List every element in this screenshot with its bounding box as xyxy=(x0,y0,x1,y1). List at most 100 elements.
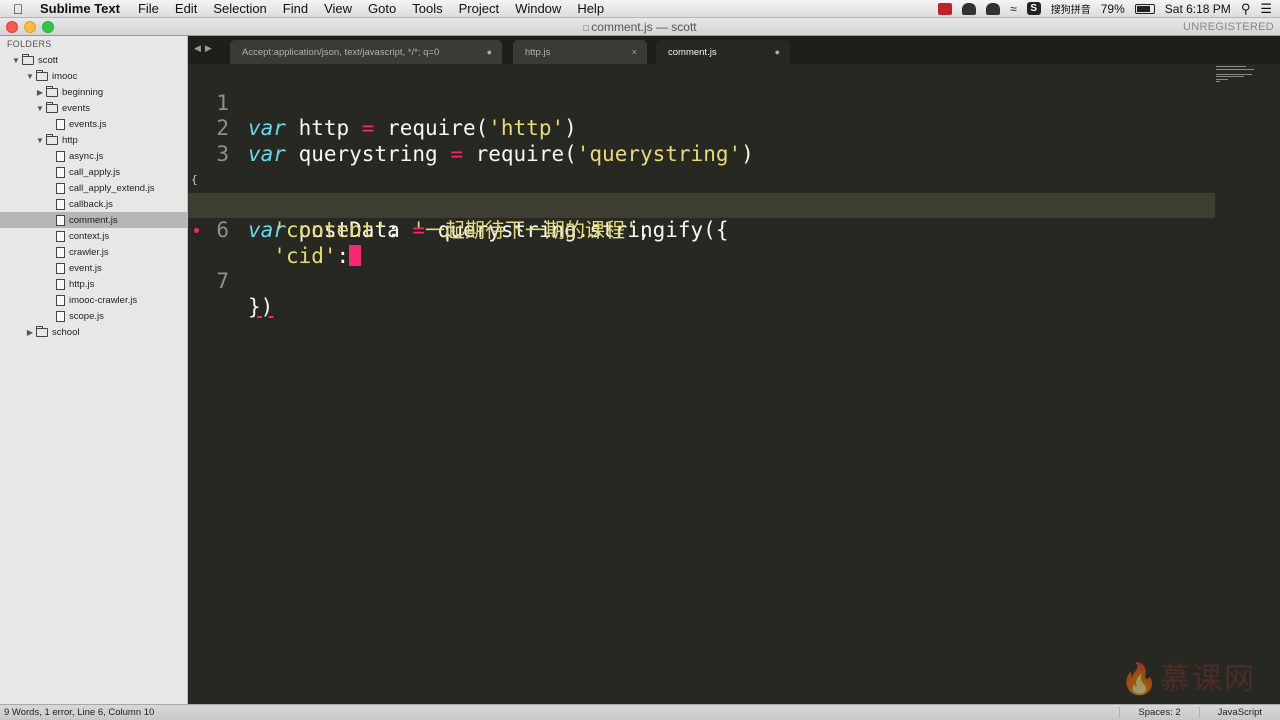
tree-file[interactable]: http.js xyxy=(0,276,187,292)
tree-item-label: crawler.js xyxy=(69,246,109,258)
tree-item-label: scope.js xyxy=(69,310,104,322)
menu-help[interactable]: Help xyxy=(569,1,612,16)
code-line-5[interactable]: 5 'content': '一起期待下一期的课程', xyxy=(188,167,1280,243)
tree-file[interactable]: context.js xyxy=(0,228,187,244)
tab-nav-arrows[interactable]: ◀▶ xyxy=(194,43,216,54)
menu-tools[interactable]: Tools xyxy=(404,1,450,16)
tree-item-label: event.js xyxy=(69,262,102,274)
tree-item-label: beginning xyxy=(62,86,104,98)
sidebar: FOLDERS ▼ scott ▼ imooc ▶ beginning ▼ events eve… xyxy=(0,36,188,704)
disclosure-open-icon[interactable]: ▼ xyxy=(34,104,46,113)
code-line-1[interactable]: 1 var http = require('http') xyxy=(188,65,1280,141)
tree-file[interactable]: crawler.js xyxy=(0,244,187,260)
watermark-logo: 🔥慕课网 xyxy=(1121,654,1256,698)
tab-http-js[interactable]: http.js × xyxy=(513,40,647,64)
qq-icon-2[interactable] xyxy=(986,2,1001,15)
apple-icon[interactable]:  xyxy=(0,1,36,17)
code-line-6[interactable]: 6 'cid': xyxy=(188,192,1215,268)
flame-icon: 🔥 xyxy=(1120,662,1160,697)
tree-folder[interactable]: ▼ scott xyxy=(0,52,187,68)
search-icon[interactable]: ⚲ xyxy=(1241,1,1251,17)
disclosure-closed-icon[interactable]: ▶ xyxy=(24,328,36,337)
code-line-2[interactable]: 2 var querystring = require('querystring… xyxy=(188,91,1280,166)
tree-file[interactable]: call_apply.js xyxy=(0,164,187,180)
tree-item-label: imooc xyxy=(52,70,78,82)
disclosure-open-icon[interactable]: ▼ xyxy=(24,72,36,81)
code-line-7[interactable]: 7 }) xyxy=(188,218,1280,319)
disclosure-open-icon[interactable]: ▼ xyxy=(34,136,46,145)
file-icon xyxy=(56,166,65,178)
menu-app-name[interactable]: Sublime Text xyxy=(36,1,130,16)
tree-file[interactable]: call_apply_extend.js xyxy=(0,180,187,196)
battery-icon[interactable] xyxy=(1134,3,1155,14)
file-icon xyxy=(56,118,65,130)
tree-file[interactable]: event.js xyxy=(0,260,187,276)
tree-file[interactable]: events.js xyxy=(0,116,187,132)
tab-dirty-icon[interactable]: ● xyxy=(487,47,492,57)
tree-folder[interactable]: ▼ imooc xyxy=(0,68,187,84)
menubar:  Sublime Text File Edit Selection Find … xyxy=(0,0,1280,18)
tab-dirty-icon[interactable]: ● xyxy=(775,47,780,57)
tree-folder[interactable]: ▼ events xyxy=(0,100,187,116)
menu-edit[interactable]: Edit xyxy=(167,1,205,16)
tree-item-label: async.js xyxy=(69,150,104,162)
qq-icon[interactable] xyxy=(962,2,977,15)
tree-file[interactable]: scope.js xyxy=(0,308,187,324)
menu-project[interactable]: Project xyxy=(451,1,507,16)
file-icon xyxy=(56,246,65,258)
menu-view[interactable]: View xyxy=(316,1,360,16)
tree-item-label: call_apply.js xyxy=(69,166,121,178)
folder-icon xyxy=(22,53,34,65)
sogou-icon[interactable]: S xyxy=(1026,2,1041,15)
disclosure-open-icon[interactable]: ▼ xyxy=(10,56,22,65)
tab-bar: ◀▶ Accept:application/json, text/javascr… xyxy=(188,36,1280,64)
tab-comment-js[interactable]: comment.js ● xyxy=(656,40,790,64)
tab-close-icon[interactable]: × xyxy=(632,47,637,57)
wifi-icon[interactable]: ≈ xyxy=(1010,2,1017,16)
tree-item-label: school xyxy=(52,326,80,338)
tab-label: Accept:application/json, text/javascript… xyxy=(242,46,440,58)
watermark-text: 慕课网 xyxy=(1160,662,1256,697)
code-line-4[interactable]: { 4 var postData = querystring.stringify… xyxy=(188,142,1280,242)
clock[interactable]: Sat 6:18 PM xyxy=(1165,2,1231,16)
tree-item-label: context.js xyxy=(69,230,110,242)
menu-find[interactable]: Find xyxy=(275,1,316,16)
token-string-key: 'cid' xyxy=(273,243,337,268)
tree-file[interactable]: async.js xyxy=(0,148,187,164)
tree-item-label: imooc-crawler.js xyxy=(69,294,138,306)
tree-folder[interactable]: ▼ http xyxy=(0,132,187,148)
tree-file[interactable]: imooc-crawler.js xyxy=(0,292,187,308)
window-titlebar: □ comment.js — scott UNREGISTERED xyxy=(0,18,1280,36)
disclosure-closed-icon[interactable]: ▶ xyxy=(34,88,46,97)
tab-label: comment.js xyxy=(668,46,717,58)
tree-item-label: http.js xyxy=(69,278,95,290)
menu-goto[interactable]: Goto xyxy=(360,1,404,16)
syntax-selector[interactable]: JavaScript xyxy=(1198,707,1280,718)
tab-accept[interactable]: Accept:application/json, text/javascript… xyxy=(230,40,502,64)
tree-file[interactable]: comment.js xyxy=(0,212,187,228)
menu-selection[interactable]: Selection xyxy=(205,1,274,16)
menu-window[interactable]: Window xyxy=(507,1,569,16)
list-icon[interactable]: ☰ xyxy=(1260,1,1272,17)
indentation-selector[interactable]: Spaces: 2 xyxy=(1119,707,1198,718)
tree-folder[interactable]: ▶ school xyxy=(0,324,187,340)
file-icon xyxy=(56,310,65,322)
folder-icon xyxy=(46,85,58,97)
text-cursor xyxy=(349,244,362,266)
input-method-label[interactable]: 搜狗拼音 xyxy=(1051,1,1091,16)
tree-file[interactable]: callback.js xyxy=(0,196,187,212)
error-marker-icon xyxy=(194,228,199,233)
line-number: 7 xyxy=(216,269,229,293)
tree-item-label: scott xyxy=(38,54,59,66)
tree-folder[interactable]: ▶ beginning xyxy=(0,84,187,100)
status-bar: 9 Words, 1 error, Line 6, Column 10 Spac… xyxy=(0,704,1280,720)
file-icon xyxy=(56,262,65,274)
folder-icon xyxy=(46,101,58,113)
app-tray-icon[interactable] xyxy=(938,2,953,15)
folder-icon xyxy=(36,325,48,337)
menu-file[interactable]: File xyxy=(130,1,167,16)
code-line-3[interactable]: 3 xyxy=(188,116,1280,166)
token-colon: : xyxy=(336,243,350,268)
code-editor[interactable]: 1 var http = require('http') 2 var query… xyxy=(188,64,1280,704)
battery-percent[interactable]: 79% xyxy=(1101,2,1125,16)
